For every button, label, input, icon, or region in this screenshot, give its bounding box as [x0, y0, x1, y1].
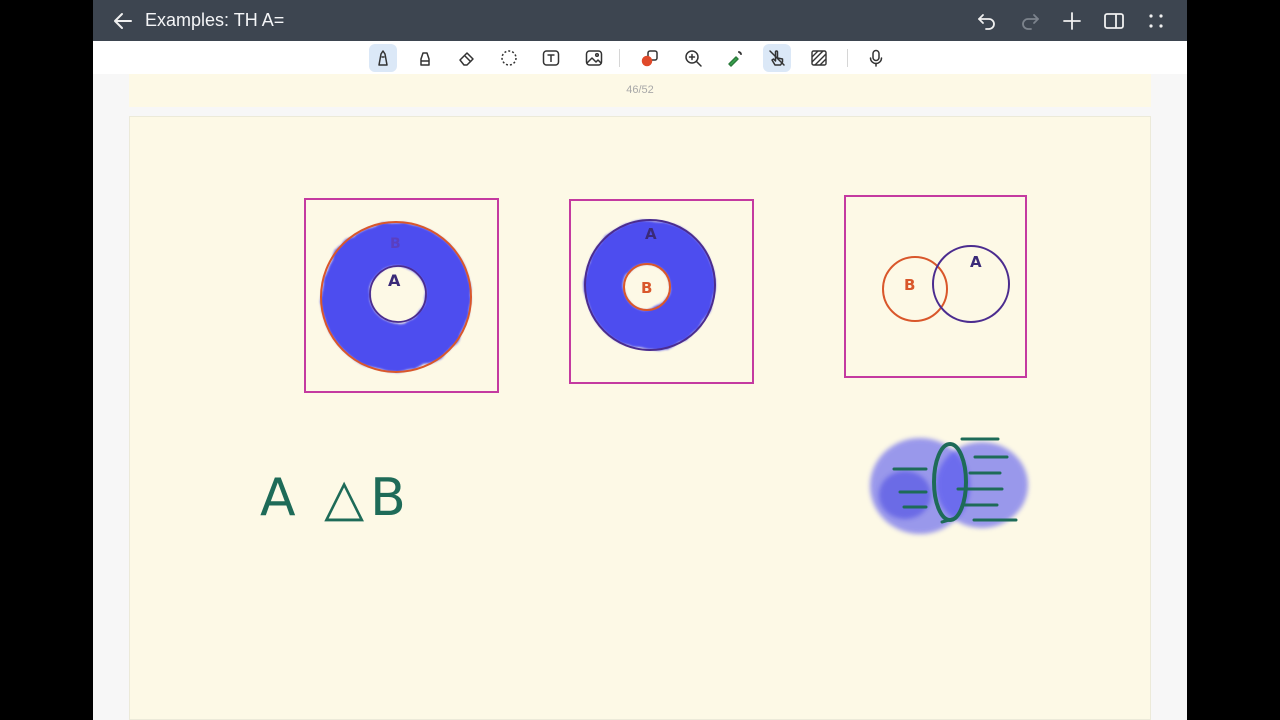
lasso-icon[interactable]	[495, 44, 523, 72]
handwritten-drawing: B A A B B A A △B	[260, 195, 1028, 534]
page-indicator: 46/52	[626, 84, 654, 96]
symmetric-difference-sketch	[870, 437, 1028, 534]
microphone-icon[interactable]	[862, 44, 890, 72]
drawing-toolbar	[93, 41, 1187, 74]
text-icon[interactable]	[537, 44, 565, 72]
laser-pointer-icon[interactable]	[721, 44, 749, 72]
redo-icon[interactable]	[1018, 9, 1042, 33]
hand-touch-icon[interactable]	[763, 44, 791, 72]
set-label-a: A	[388, 271, 401, 290]
title-bar: Examples: TH A=	[93, 0, 1187, 41]
undo-icon[interactable]	[975, 9, 999, 33]
highlighter-icon[interactable]	[411, 44, 439, 72]
hatch-icon[interactable]	[805, 44, 833, 72]
image-icon[interactable]	[580, 44, 608, 72]
add-page-icon[interactable]	[1060, 9, 1084, 33]
set-label-b: B	[641, 279, 652, 297]
pen-icon[interactable]	[369, 44, 397, 72]
back-arrow-icon[interactable]	[111, 9, 135, 33]
shapes-icon[interactable]	[636, 44, 664, 72]
notes-app-window: Examples: TH A= 46/52 B A A B B A A △B	[93, 0, 1187, 720]
note-page[interactable]: B A A B B A A △B	[129, 116, 1151, 720]
zoom-icon[interactable]	[679, 44, 707, 72]
more-icon[interactable]	[1144, 9, 1168, 33]
set-label-a: A	[645, 225, 657, 243]
venn-diagram-b-minus-a: B A	[304, 198, 499, 393]
sidebar-icon[interactable]	[1102, 9, 1126, 33]
venn-diagram-a-minus-b: A B	[569, 199, 754, 384]
set-label-b: B	[904, 276, 915, 294]
venn-diagram-overlap: B A	[844, 195, 1027, 378]
set-label-b: B	[390, 236, 401, 252]
set-label-a: A	[970, 253, 982, 271]
handwritten-expression: A △B	[260, 468, 412, 528]
document-title[interactable]: Examples: TH A=	[145, 10, 284, 31]
page-canvas-area[interactable]: 46/52 B A A B B A A △B	[93, 74, 1187, 720]
eraser-icon[interactable]	[453, 44, 481, 72]
